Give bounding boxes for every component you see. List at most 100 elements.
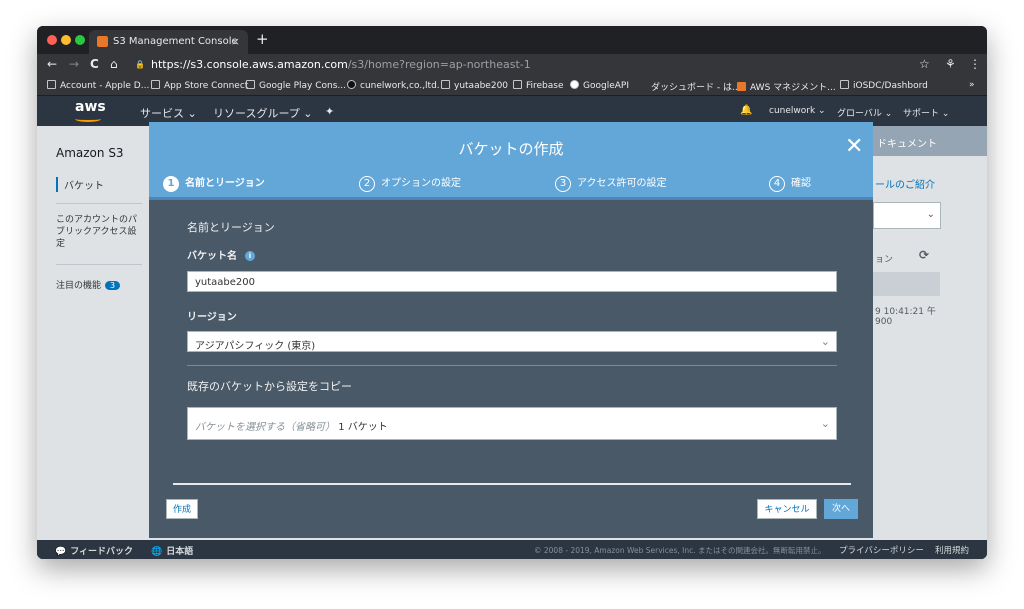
step-number: 2 bbox=[359, 176, 375, 192]
chevron-down-icon: ⌄ bbox=[820, 417, 830, 430]
region-select[interactable]: アジアパシフィック (東京) ⌄ bbox=[187, 331, 837, 352]
bookmark-item[interactable]: GoogleAPI bbox=[570, 80, 629, 91]
bucket-name-input[interactable]: yutaabe200 bbox=[187, 271, 837, 292]
browser-tab[interactable]: S3 Management Console × bbox=[89, 30, 248, 54]
create-bucket-modal: バケットの作成 ✕ 1 名前とリージョン 2 オプションの設定 3 アクセス許可の設定… bbox=[149, 122, 873, 538]
maximize-window-button[interactable] bbox=[75, 35, 85, 45]
feedback-link[interactable]: 💬 フィードバック bbox=[55, 544, 133, 557]
step-options[interactable]: 2 オプションの設定 bbox=[359, 174, 461, 192]
s3-sidebar: Amazon S3 バケット このアカウントのパブリックアクセス設定 注目の機能… bbox=[37, 126, 149, 540]
aws-icon bbox=[737, 82, 746, 91]
speech-bubble-icon: 💬 bbox=[55, 547, 67, 557]
github-icon bbox=[347, 80, 356, 89]
next-button[interactable]: 次へ bbox=[824, 499, 858, 519]
copyright-text: © 2008 - 2019, Amazon Web Services, Inc.… bbox=[534, 546, 826, 555]
bookmark-item[interactable]: cunelwork,co.,ltd. bbox=[347, 80, 440, 91]
section-divider bbox=[187, 365, 837, 366]
url-path: /s3/home?region=ap-northeast-1 bbox=[347, 58, 531, 71]
extension-icon[interactable]: ⚘ bbox=[945, 57, 956, 71]
bookmark-item[interactable]: AWS マネジメント... bbox=[737, 80, 836, 93]
browser-window: S3 Management Console × + ← → C ⌂ 🔒 http… bbox=[37, 26, 987, 559]
step-name-region[interactable]: 1 名前とリージョン bbox=[163, 174, 265, 192]
bookmark-item[interactable]: ダッシュボード - は... bbox=[651, 80, 741, 93]
region-menu[interactable]: グローバル ⌄ bbox=[837, 106, 892, 119]
bookmark-item[interactable]: iOSDC/Dashbord bbox=[840, 80, 928, 91]
refresh-icon[interactable]: ⟳ bbox=[919, 248, 929, 262]
reload-icon[interactable]: C bbox=[90, 57, 99, 71]
copy-bucket-select[interactable]: バケットを選択する（省略可） 1 バケット ⌄ bbox=[187, 407, 837, 440]
aws-footer: 💬 フィードバック 🌐 日本語 © 2008 - 2019, Amazon Web … bbox=[37, 540, 987, 559]
tab-title: S3 Management Console bbox=[113, 36, 238, 47]
pin-icon[interactable]: ✦ bbox=[325, 105, 334, 118]
bookmark-star-icon[interactable]: ☆ bbox=[919, 57, 930, 71]
bookmark-item[interactable]: yutaabe200 bbox=[441, 80, 508, 91]
intro-link[interactable]: ールのご紹介 bbox=[875, 176, 935, 191]
minimize-window-button[interactable] bbox=[61, 35, 71, 45]
background-panel-right: ドキュメント ールのご紹介 ⌄ ョン ⟳ 9 10:41:21 午 900 bbox=[873, 126, 987, 540]
step-permissions[interactable]: 3 アクセス許可の設定 bbox=[555, 174, 667, 192]
section-title: 名前とリージョン bbox=[187, 221, 275, 234]
aws-logo[interactable]: aws bbox=[75, 99, 106, 122]
step-number: 1 bbox=[163, 176, 179, 192]
support-menu[interactable]: サポート ⌄ bbox=[903, 106, 949, 119]
tab-close-icon[interactable]: × bbox=[231, 35, 240, 48]
modal-header: バケットの作成 ✕ 1 名前とリージョン 2 オプションの設定 3 アクセス許可の設定… bbox=[149, 122, 873, 200]
bg-select: ⌄ bbox=[873, 202, 941, 229]
bg-date-cell: 900 bbox=[875, 317, 893, 327]
step-number: 3 bbox=[555, 176, 571, 192]
close-icon[interactable]: ✕ bbox=[845, 136, 863, 158]
docs-link[interactable]: ドキュメント bbox=[877, 135, 937, 150]
aws-smile-icon bbox=[75, 116, 101, 122]
featured-count-badge: 3 bbox=[105, 281, 121, 290]
bookmark-item[interactable]: Firebase bbox=[513, 80, 564, 91]
address-bar: ← → C ⌂ 🔒 https://s3.console.aws.amazon.… bbox=[37, 54, 987, 76]
new-tab-button[interactable]: + bbox=[256, 32, 269, 47]
cancel-button[interactable]: キャンセル bbox=[757, 499, 817, 519]
bookmark-item[interactable]: Google Play Cons... bbox=[246, 80, 346, 91]
page-icon bbox=[840, 80, 849, 89]
page-icon bbox=[513, 80, 522, 89]
resource-groups-menu[interactable]: リソースグループ ⌄ bbox=[213, 105, 313, 121]
aws-favicon-icon bbox=[97, 36, 108, 47]
region-label: リージョン bbox=[187, 312, 237, 323]
page-icon bbox=[47, 80, 56, 89]
sidebar-title: Amazon S3 bbox=[56, 146, 124, 160]
bucket-name-label: バケット名 i bbox=[187, 247, 255, 262]
close-window-button[interactable] bbox=[47, 35, 57, 45]
step-underline bbox=[149, 197, 873, 200]
step-number: 4 bbox=[769, 176, 785, 192]
url-field[interactable]: https://s3.console.aws.amazon.com/s3/hom… bbox=[151, 58, 531, 71]
forward-icon[interactable]: → bbox=[69, 57, 79, 71]
services-menu[interactable]: サービス ⌄ bbox=[140, 105, 197, 121]
privacy-link[interactable]: プライバシーポリシー bbox=[839, 544, 924, 556]
url-host: https://s3.console.aws.amazon.com bbox=[151, 58, 348, 71]
back-icon[interactable]: ← bbox=[47, 57, 57, 71]
bg-date-cell: 9 10:41:21 午 bbox=[875, 307, 936, 317]
language-selector[interactable]: 🌐 日本語 bbox=[151, 544, 193, 557]
browser-menu-icon[interactable]: ⋮ bbox=[969, 57, 981, 71]
bookmarks-overflow-icon[interactable]: » bbox=[969, 80, 975, 90]
terms-link[interactable]: 利用規約 bbox=[935, 544, 969, 556]
info-icon[interactable]: i bbox=[245, 251, 255, 261]
globe-icon: 🌐 bbox=[151, 547, 163, 557]
bookmark-item[interactable]: App Store Connect bbox=[151, 80, 248, 91]
tab-bar: S3 Management Console × + bbox=[37, 26, 987, 54]
home-icon[interactable]: ⌂ bbox=[110, 57, 118, 71]
step-review[interactable]: 4 確認 bbox=[769, 174, 811, 192]
lock-icon: 🔒 bbox=[135, 60, 145, 69]
modal-title: バケットの作成 bbox=[458, 140, 564, 158]
sidebar-item-featured[interactable]: 注目の機能 3 bbox=[56, 278, 121, 291]
sidebar-item-public-access[interactable]: このアカウントのパブリックアクセス設定 bbox=[56, 214, 144, 250]
chevron-down-icon: ⌄ bbox=[820, 335, 830, 348]
footer-divider bbox=[173, 483, 851, 485]
bell-icon[interactable]: 🔔 bbox=[740, 105, 752, 116]
user-menu[interactable]: cunelwork ⌄ bbox=[769, 106, 826, 116]
play-icon bbox=[246, 80, 255, 89]
google-icon bbox=[570, 80, 579, 89]
bookmark-item[interactable]: Account - Apple D... bbox=[47, 80, 149, 91]
copy-settings-label: 既存のバケットから設定をコピー bbox=[187, 380, 352, 393]
create-button[interactable]: 作成 bbox=[166, 499, 198, 519]
app-icon bbox=[151, 80, 160, 89]
sidebar-divider bbox=[56, 203, 142, 204]
sidebar-item-buckets[interactable]: バケット bbox=[56, 177, 104, 192]
